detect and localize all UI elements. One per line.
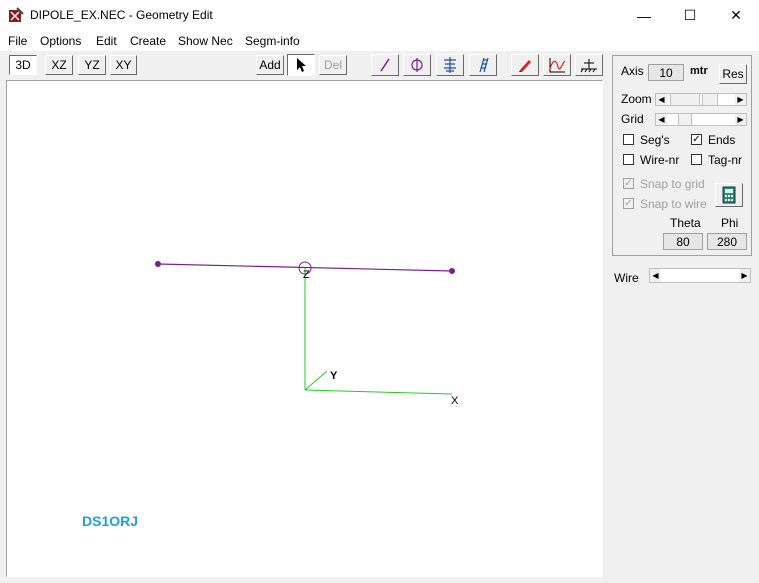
wire-label: Wire: [614, 271, 639, 285]
callsign-label: DS1ORJ: [82, 513, 139, 529]
scroll-right-icon[interactable]: ▶: [735, 114, 746, 125]
wire-tool-button[interactable]: [371, 54, 399, 76]
source-tool-button[interactable]: [403, 54, 431, 76]
axis-length-field[interactable]: 10: [648, 64, 684, 81]
app-icon: [9, 7, 24, 22]
calculator-icon: [722, 186, 736, 204]
add-button[interactable]: Add: [256, 55, 284, 75]
close-button[interactable]: ✕: [713, 0, 759, 31]
axis-unit-label: mtr: [690, 65, 708, 77]
menu-bar: File Options Edit Create Show Nec Segm-i…: [0, 31, 759, 51]
helix-tool-icon: [444, 57, 456, 73]
scroll-right-icon[interactable]: ▶: [739, 269, 750, 282]
source-tool-icon: [411, 58, 423, 72]
scroll-left-icon[interactable]: ◀: [656, 114, 667, 125]
scroll-right-icon[interactable]: ▶: [735, 94, 746, 105]
plot-icon: [549, 58, 566, 73]
wire-end-point[interactable]: [155, 261, 161, 267]
menu-edit[interactable]: Edit: [96, 34, 117, 48]
snap-to-wire-checkbox[interactable]: ✓: [623, 198, 634, 209]
menu-segm-info[interactable]: Segm-info: [245, 34, 300, 48]
segs-checkbox[interactable]: [623, 134, 634, 145]
axis-label-x: X: [451, 395, 459, 407]
wire-selector-scrollbar[interactable]: ◀ ▶: [649, 268, 751, 283]
pencil-icon: [519, 60, 531, 72]
ground-icon: [580, 59, 597, 73]
geometry-view: Z Y X: [155, 261, 459, 407]
axis-label: Axis: [621, 64, 644, 78]
menu-show-nec[interactable]: Show Nec: [178, 34, 233, 48]
minimize-icon: —: [637, 7, 651, 24]
select-pointer-button[interactable]: [287, 54, 315, 76]
view-yz-button[interactable]: YZ: [78, 55, 106, 75]
theta-field[interactable]: 80: [663, 233, 703, 250]
menu-file[interactable]: File: [8, 34, 27, 48]
x-axis-line: [304, 389, 453, 395]
view-xz-button[interactable]: XZ: [45, 55, 73, 75]
ends-checkbox[interactable]: ✓: [691, 134, 702, 145]
pencil-tool-button[interactable]: [511, 54, 539, 76]
ends-label: Ends: [708, 133, 736, 147]
ladder-tool-icon: [479, 57, 489, 73]
zoom-slider-thumb[interactable]: [670, 94, 700, 105]
theta-label: Theta: [670, 216, 701, 230]
window-title: DIPOLE_EX.NEC - Geometry Edit: [30, 8, 213, 22]
grid-label: Grid: [621, 112, 644, 126]
close-icon: ✕: [730, 7, 742, 23]
grid-slider[interactable]: ◀ ▶: [655, 113, 747, 126]
phi-label: Phi: [721, 216, 739, 230]
wire-nr-checkbox[interactable]: [623, 154, 634, 165]
geometry-canvas[interactable]: Z Y X DS1ORJ: [6, 80, 603, 577]
axis-label-z: Z: [303, 269, 310, 281]
segs-label: Seg's: [640, 133, 670, 147]
maximize-button[interactable]: ☐: [667, 0, 713, 31]
menu-options[interactable]: Options: [40, 34, 81, 48]
tag-nr-label: Tag-nr: [708, 153, 743, 167]
zoom-slider[interactable]: ◀ ▶: [655, 93, 747, 106]
toolbar: 3D XZ YZ XY Add Del: [0, 51, 605, 80]
view-xy-button[interactable]: XY: [110, 55, 137, 75]
scroll-left-icon[interactable]: ◀: [650, 269, 661, 282]
view-3d-button[interactable]: 3D: [9, 55, 37, 75]
maximize-icon: ☐: [683, 7, 697, 23]
snap-to-grid-checkbox[interactable]: ✓: [623, 178, 634, 189]
zoom-slider-marker: [702, 94, 718, 105]
helix-tool-button[interactable]: [436, 54, 464, 76]
view-settings-panel: Axis 10 mtr Res Zoom ◀ ▶ Grid ◀ ▶ Seg's …: [612, 55, 752, 256]
res-button[interactable]: Res: [719, 64, 747, 84]
ladder-tool-button[interactable]: [469, 54, 497, 76]
plot-tool-button[interactable]: [543, 54, 571, 76]
y-axis-line: [304, 370, 328, 391]
zoom-label: Zoom: [621, 92, 652, 106]
tag-nr-checkbox[interactable]: [691, 154, 702, 165]
menu-create[interactable]: Create: [130, 34, 166, 48]
calculator-button[interactable]: [715, 183, 743, 207]
del-button[interactable]: Del: [319, 55, 347, 75]
wire-end-point[interactable]: [449, 268, 455, 274]
pointer-icon: [297, 58, 306, 72]
wire-nr-label: Wire-nr: [640, 153, 680, 167]
title-bar: DIPOLE_EX.NEC - Geometry Edit — ☐ ✕: [0, 0, 759, 31]
snap-to-grid-label: Snap to grid: [640, 177, 705, 191]
snap-to-wire-label: Snap to wire: [640, 197, 707, 211]
scroll-left-icon[interactable]: ◀: [656, 94, 667, 105]
wire-tool-icon: [380, 58, 390, 72]
phi-field[interactable]: 280: [707, 233, 747, 250]
minimize-button[interactable]: —: [621, 0, 667, 31]
ground-tool-button[interactable]: [575, 54, 603, 76]
axis-label-y: Y: [330, 370, 338, 382]
grid-slider-thumb[interactable]: [678, 114, 692, 125]
